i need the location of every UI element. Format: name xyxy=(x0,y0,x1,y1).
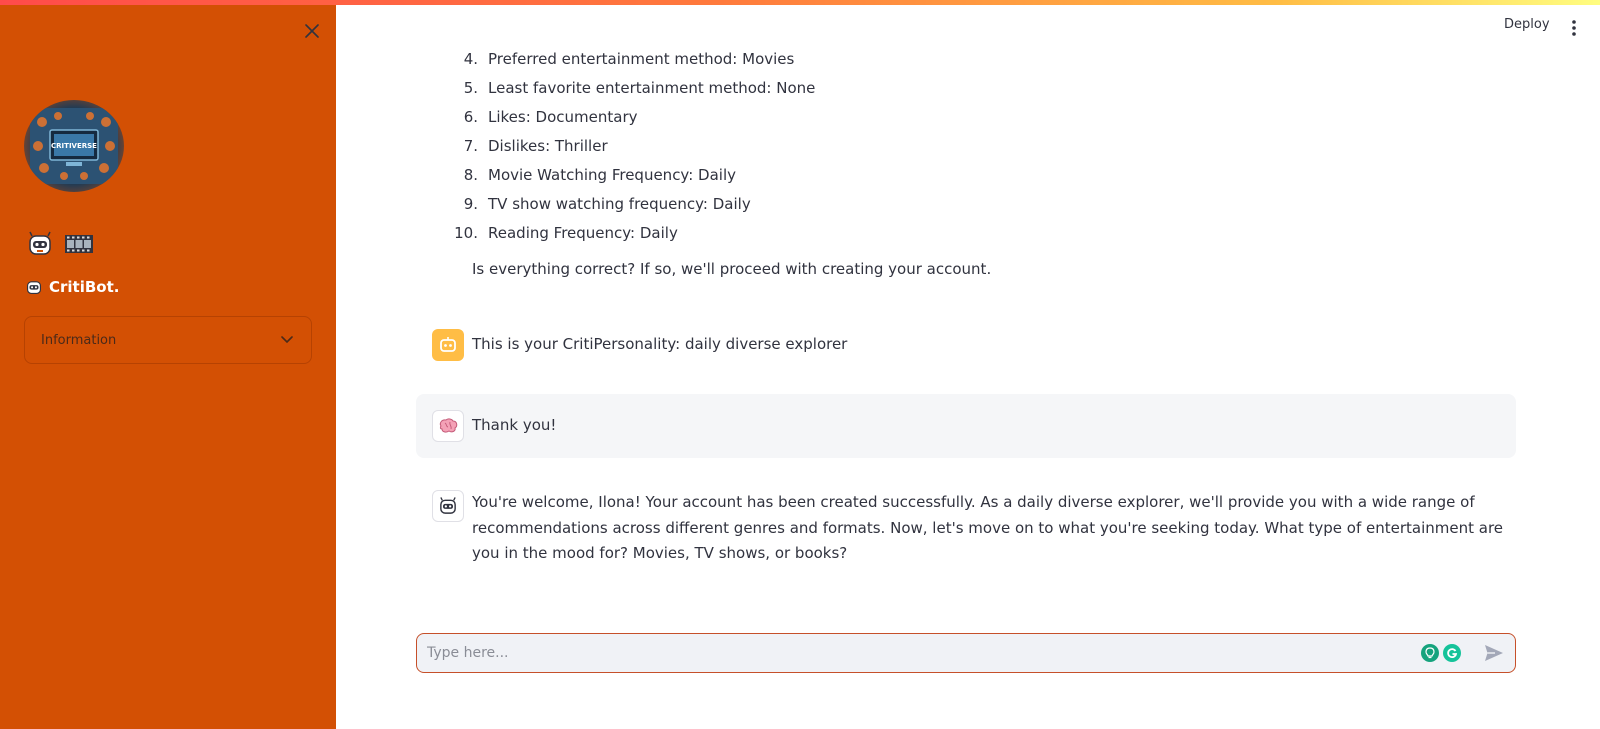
confirm-question: Is everything correct? If so, we'll proc… xyxy=(472,260,992,278)
user-message: Thank you! xyxy=(432,410,556,442)
list-item: 5. Least favorite entertainment method: … xyxy=(452,73,1152,102)
more-menu-icon[interactable] xyxy=(1569,19,1579,37)
list-item: 4. Preferred entertainment method: Movie… xyxy=(452,44,1152,73)
critibot-avatar xyxy=(432,490,464,522)
assistant-avatar xyxy=(432,329,464,361)
bot-message: You're welcome, Ilona! Your account has … xyxy=(432,490,1516,567)
bot-name: CritiBot. xyxy=(25,278,119,296)
assistant-message: This is your CritiPersonality: daily div… xyxy=(432,329,847,361)
list-text: Preferred entertainment method: Movies xyxy=(488,49,795,68)
close-sidebar-button[interactable] xyxy=(300,19,324,43)
list-item: 7. Dislikes: Thriller xyxy=(452,131,1152,160)
list-text: Dislikes: Thriller xyxy=(488,136,608,155)
brain-icon xyxy=(439,418,458,433)
bot-name-label: CritiBot. xyxy=(49,278,120,296)
list-number: 6. xyxy=(463,107,478,126)
robot-icon xyxy=(29,231,51,255)
list-number: 10. xyxy=(454,223,478,242)
grammarly-icon[interactable] xyxy=(1443,644,1461,662)
chat-input[interactable] xyxy=(427,645,1421,661)
information-expander[interactable]: Information xyxy=(24,316,312,364)
send-icon xyxy=(1485,645,1503,661)
send-button[interactable] xyxy=(1483,642,1505,664)
message-text: You're welcome, Ilona! Your account has … xyxy=(472,493,1504,562)
profile-list: 4. Preferred entertainment method: Movie… xyxy=(452,44,1152,247)
list-text: Least favorite entertainment method: Non… xyxy=(488,78,816,97)
emoji-row xyxy=(26,230,94,258)
list-text: Movie Watching Frequency: Daily xyxy=(488,165,736,184)
list-number: 4. xyxy=(463,49,478,68)
user-message-bubble xyxy=(416,394,1516,458)
message-text: Thank you! xyxy=(472,416,557,434)
chat-input-container xyxy=(416,633,1516,673)
list-item: 8. Movie Watching Frequency: Daily xyxy=(452,160,1152,189)
list-text: Likes: Documentary xyxy=(488,107,638,126)
robot-icon xyxy=(26,281,42,295)
expander-label: Information xyxy=(41,332,117,348)
bulb-icon[interactable] xyxy=(1421,644,1439,662)
close-icon xyxy=(305,24,319,38)
bot-face-icon xyxy=(440,337,456,352)
critiverse-logo: CRITIVERSE xyxy=(24,100,124,192)
message-text: This is your CritiPersonality: daily div… xyxy=(472,335,848,353)
list-item: 9. TV show watching frequency: Daily xyxy=(452,189,1152,218)
list-number: 9. xyxy=(463,194,478,213)
grammarly-widgets xyxy=(1421,644,1461,662)
main-area: Deploy 4. Preferred entertainment method… xyxy=(336,0,1600,729)
logo-text: CRITIVERSE xyxy=(51,142,97,150)
film-frames-icon xyxy=(65,235,93,253)
list-text: Reading Frequency: Daily xyxy=(488,223,678,242)
user-avatar xyxy=(432,410,464,442)
sidebar: CRITIVERSE CritiBot. Information xyxy=(0,0,336,729)
robot-icon xyxy=(440,497,456,514)
deploy-button[interactable]: Deploy xyxy=(1504,17,1550,32)
list-number: 7. xyxy=(463,136,478,155)
list-number: 8. xyxy=(463,165,478,184)
chevron-down-icon xyxy=(281,336,293,344)
list-number: 5. xyxy=(463,78,478,97)
list-item: 10. Reading Frequency: Daily xyxy=(452,218,1152,247)
decoration-bar xyxy=(0,0,1600,5)
list-text: TV show watching frequency: Daily xyxy=(488,194,751,213)
list-item: 6. Likes: Documentary xyxy=(452,102,1152,131)
